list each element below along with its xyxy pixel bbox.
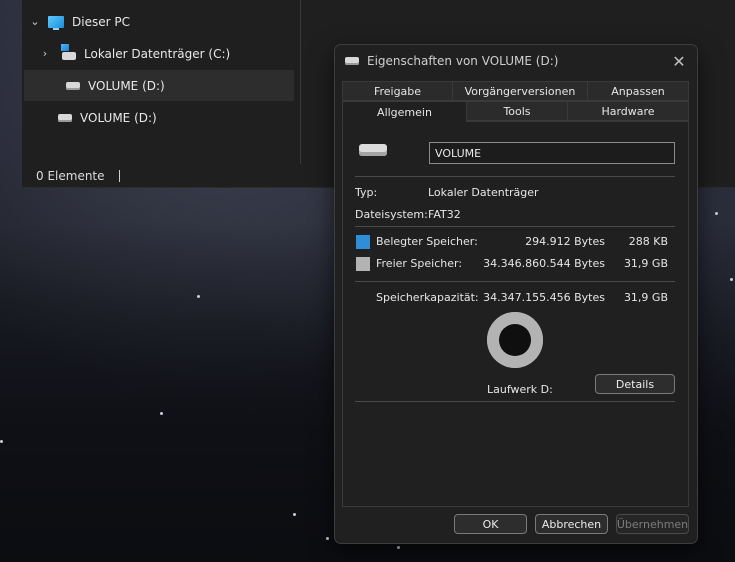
tab-vorgaengerversionen[interactable]: Vorgängerversionen [452,81,588,101]
tree-item-dieser-pc[interactable]: ⌄ Dieser PC [28,6,298,37]
tab-anpassen[interactable]: Anpassen [587,81,689,101]
wallpaper-star [0,440,3,443]
properties-dialog: Eigenschaften von VOLUME (D:) ✕ Freigabe… [334,44,698,544]
wallpaper-star [730,278,733,281]
divider [355,176,675,177]
tree-item-volume-d[interactable]: VOLUME (D:) [24,102,294,133]
wallpaper-star [397,546,400,549]
dialog-titlebar[interactable]: Eigenschaften von VOLUME (D:) [335,45,697,77]
volume-name-input[interactable] [429,142,675,164]
tab-tools[interactable]: Tools [466,101,568,121]
chevron-right-icon[interactable]: › [38,47,52,60]
used-space-short: 288 KB [628,235,668,248]
used-space-bytes: 294.912 Bytes [525,235,605,248]
usage-donut-chart [487,312,543,368]
divider [355,401,675,402]
status-divider [118,169,120,182]
free-space-bytes: 34.346.860.544 Bytes [483,257,605,270]
wallpaper-star [160,412,163,415]
wallpaper-star [326,537,329,540]
donut-hole [499,324,531,356]
tree-item-label: Dieser PC [72,14,130,29]
navigation-pane[interactable]: ⌄ Dieser PC › Lokaler Datenträger (C:) V… [22,0,301,164]
cancel-button[interactable]: Abbrechen [535,514,608,534]
used-space-swatch [356,235,370,249]
free-space-label: Freier Speicher: [376,257,463,270]
tab-hardware[interactable]: Hardware [567,101,689,121]
capacity-label: Speicherkapazität: [376,291,479,304]
chevron-down-icon[interactable]: ⌄ [28,15,42,28]
tab-freigabe[interactable]: Freigabe [342,81,453,101]
tree-item-local-disk-c[interactable]: › Lokaler Datenträger (C:) [38,38,308,69]
details-button[interactable]: Details [595,374,675,394]
type-label: Typ: [355,186,378,199]
capacity-bytes: 34.347.155.456 Bytes [483,291,605,304]
apply-button[interactable]: Übernehmen [616,514,689,534]
wallpaper-star [715,212,718,215]
filesystem-value: FAT32 [428,208,461,221]
tree-item-volume-d-selected[interactable]: VOLUME (D:) [24,70,294,101]
wallpaper-star [293,513,296,516]
drive-label: Laufwerk D: [487,383,553,396]
drive-icon [359,144,387,156]
tree-item-label: VOLUME (D:) [80,110,157,125]
capacity-short: 31,9 GB [623,291,668,304]
close-button[interactable]: ✕ [667,49,691,73]
computer-icon [48,15,64,30]
dialog-title: Eigenschaften von VOLUME (D:) [367,54,559,68]
tab-allgemein[interactable]: Allgemein [342,101,467,123]
drive-icon [66,81,80,90]
divider [355,281,675,282]
type-value: Lokaler Datenträger [428,186,539,199]
windows-drive-icon [61,43,76,60]
item-count: 0 Elemente [36,168,105,183]
free-space-swatch [356,257,370,271]
divider [355,226,675,227]
drive-icon [58,113,72,122]
tree-item-label: Lokaler Datenträger (C:) [84,46,231,61]
wallpaper-star [197,295,200,298]
tree-item-label: VOLUME (D:) [88,78,165,93]
used-space-label: Belegter Speicher: [376,235,478,248]
ok-button[interactable]: OK [454,514,527,534]
filesystem-label: Dateisystem: [355,208,428,221]
free-space-short: 31,9 GB [623,257,668,270]
tab-panel-allgemein: Typ: Lokaler Datenträger Dateisystem: FA… [342,121,689,507]
drive-icon [345,57,359,65]
